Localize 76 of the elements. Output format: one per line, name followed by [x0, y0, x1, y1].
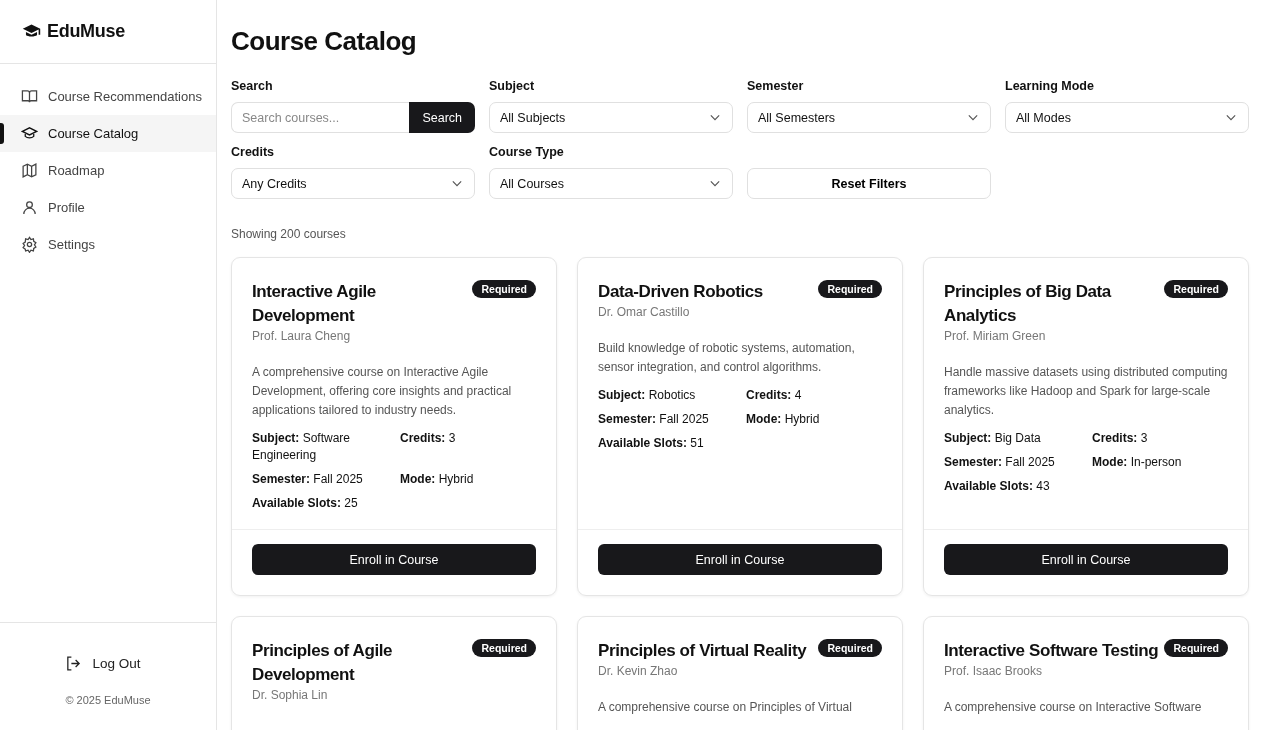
instructor-name: Dr. Sophia Lin [252, 688, 329, 702]
nav-item[interactable]: Settings [0, 226, 216, 263]
required-badge: Required [472, 280, 536, 298]
course-detail: Subject: Software Engineering [252, 430, 352, 464]
graduation-cap-icon [21, 125, 38, 142]
course-detail: Subject: Big Data [944, 430, 1042, 447]
course-description: A comprehensive course on Interactive Software [944, 699, 1203, 716]
dropdown[interactable]: All Semesters [747, 102, 991, 133]
nav-item[interactable]: Course Catalog [0, 115, 216, 152]
instructor-name: Dr. Omar Castillo [598, 305, 691, 319]
enroll-button[interactable]: Enroll in Course [598, 544, 882, 575]
course-detail: Mode: In-person [1092, 454, 1183, 471]
required-badge: Required [818, 639, 882, 657]
course-detail: Mode: Hybrid [746, 411, 821, 428]
course-detail: Mode: Hybrid [400, 471, 475, 488]
course-title: Principles of Virtual Reality [598, 640, 807, 662]
course-description: Build knowledge of robotic systems, automation, sensor integration, and control algorithms. [598, 340, 856, 376]
nav-item[interactable]: Roadmap [0, 152, 216, 189]
course-detail: Credits: 3 [1092, 430, 1149, 447]
course-description: Handle massive datasets using distributed computing frameworks like Hadoop and Spark for large-scale analytics. [944, 364, 1228, 419]
chevron-down-icon [968, 114, 978, 121]
instructor-name: Prof. Miriam Green [944, 329, 1047, 343]
dropdown[interactable]: Any Credits [231, 168, 475, 199]
instructor-name: Prof. Isaac Brooks [944, 664, 1044, 678]
course-description: A comprehensive course on Principles of Virtual [598, 699, 853, 716]
copyright-text: © 2025 EduMuse [65, 694, 151, 706]
page-title: Course Catalog [231, 26, 418, 57]
book-icon [21, 88, 38, 105]
chevron-down-icon [452, 180, 462, 187]
course-title: Principles of Agile Development [252, 640, 394, 686]
chevron-down-icon [710, 180, 720, 187]
required-badge: Required [1164, 280, 1228, 298]
course-detail: Available Slots: 51 [598, 435, 705, 452]
chevron-down-icon [1226, 114, 1236, 121]
course-title: Interactive Software Testing [944, 640, 1159, 662]
chevron-down-icon [710, 114, 720, 121]
dropdown[interactable]: All Courses [489, 168, 733, 199]
dropdown[interactable]: All Modes [1005, 102, 1249, 133]
course-detail: Semester: Fall 2025 [252, 471, 364, 488]
brand-name: EduMuse [47, 21, 125, 42]
course-title: Interactive Agile Development [252, 281, 377, 327]
search-field[interactable]: Search courses... [231, 102, 410, 133]
course-detail: Available Slots: 43 [944, 478, 1051, 495]
filter-label: Credits [231, 145, 276, 159]
nav-item[interactable]: Course Recommendations [0, 78, 216, 115]
settings-icon [21, 236, 38, 253]
required-badge: Required [818, 280, 882, 298]
user-icon [21, 199, 38, 216]
map-icon [21, 162, 38, 179]
required-badge: Required [1164, 639, 1228, 657]
required-badge: Required [472, 639, 536, 657]
course-detail: Credits: 3 [400, 430, 457, 447]
result-count: Showing 200 courses [231, 227, 347, 241]
dropdown[interactable]: All Subjects [489, 102, 733, 133]
reset-filters-button[interactable]: Reset Filters [747, 168, 991, 199]
course-detail: Semester: Fall 2025 [944, 454, 1056, 471]
filter-label: Semester [747, 79, 805, 93]
logout-icon [65, 655, 83, 672]
search-button[interactable]: Search [409, 102, 475, 133]
instructor-name: Dr. Kevin Zhao [598, 664, 679, 678]
course-description: A comprehensive course on Interactive Agile Development, offering core insights and practical applications tailored to industry needs. [252, 364, 513, 419]
course-detail: Credits: 4 [746, 387, 803, 404]
course-detail: Subject: Robotics [598, 387, 697, 404]
enroll-button[interactable]: Enroll in Course [252, 544, 536, 575]
enroll-button[interactable]: Enroll in Course [944, 544, 1228, 575]
filter-label: Search [231, 79, 274, 93]
course-detail: Available Slots: 25 [252, 495, 359, 512]
filter-label: Course Type [489, 145, 565, 159]
filter-label: Learning Mode [1005, 79, 1095, 93]
filter-label: Subject [489, 79, 536, 93]
course-title: Principles of Big Data Analytics [944, 281, 1113, 327]
nav-item[interactable]: Profile [0, 189, 216, 226]
instructor-name: Prof. Laura Cheng [252, 329, 352, 343]
course-detail: Semester: Fall 2025 [598, 411, 710, 428]
course-title: Data-Driven Robotics [598, 281, 763, 303]
logout-link[interactable]: Log Out [65, 655, 141, 672]
